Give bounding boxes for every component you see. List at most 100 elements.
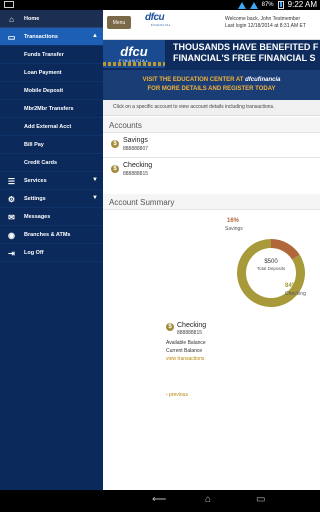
sidebar-item-services[interactable]: ☰ Services ▼ xyxy=(0,172,103,190)
sidebar-subitem-label: Credit Cards xyxy=(24,159,58,166)
sidebar-item-label: Branches & ATMs xyxy=(24,231,71,238)
donut-hole xyxy=(247,249,295,297)
logo-stripes xyxy=(103,62,165,66)
donut-center-value: $500 xyxy=(264,259,278,265)
sidebar-item-label: Home xyxy=(24,15,40,22)
banner-logo: dfcu FINANCIAL xyxy=(103,40,165,68)
account-name: Savings xyxy=(123,137,148,144)
sidebar-subitem-mbr2mbr-transfers[interactable]: Mbr2Mbr Transfers xyxy=(0,100,103,118)
gear-icon: ⚙ xyxy=(7,194,16,204)
welcome-text: Welcome back, John Testmember Last login… xyxy=(225,16,306,30)
sidebar-subitem-bill-pay[interactable]: Bill Pay xyxy=(0,136,103,154)
recent-apps-button[interactable]: ▭ xyxy=(256,495,265,505)
sidebar-subitem-label: Funds Transfer xyxy=(24,51,64,58)
sidebar: ⌂ Home ▭ Transactions ▲ Funds Transfer L… xyxy=(0,10,103,490)
back-button[interactable]: ⟵ xyxy=(152,495,166,505)
image-notification-icon xyxy=(4,1,14,8)
last-login: Last login 12/18/2014 at 8:31 AM ET xyxy=(225,23,306,29)
deposits-donut-chart xyxy=(226,228,316,318)
home-icon: ⌂ xyxy=(9,14,14,24)
sidebar-item-label: Messages xyxy=(24,213,51,220)
current-balance-label: Current Balance xyxy=(166,348,203,354)
battery-icon xyxy=(277,1,284,9)
menu-button[interactable]: Menu xyxy=(107,16,131,29)
account-number: 888888807 xyxy=(123,146,149,152)
account-name: Checking xyxy=(123,162,153,169)
dollar-coin-icon: $ xyxy=(111,140,119,148)
sidebar-item-branches-atms[interactable]: ◉ Branches & ATMs xyxy=(0,226,103,244)
dollar-coin-icon: $ xyxy=(166,323,174,331)
sidebar-item-label: Log Off xyxy=(24,249,44,256)
welcome-line: Welcome back, John Testmember xyxy=(225,16,301,22)
sidebar-item-label: Transactions xyxy=(24,33,58,40)
sidebar-subitem-label: Loan Payment xyxy=(24,69,62,76)
slice-label-savings: Savings xyxy=(225,226,243,232)
sidebar-item-log-off[interactable]: ⇥ Log Off xyxy=(0,244,103,262)
chevron-down-icon: ▼ xyxy=(92,195,98,201)
donut-svg xyxy=(237,239,305,307)
view-transactions-link[interactable]: view transactions xyxy=(166,356,204,362)
pct-label-checking: 84% xyxy=(285,283,298,289)
banner-cta-line: FOR MORE DETAILS AND REGISTER TODAY xyxy=(147,86,276,92)
battery-percent: 87% xyxy=(261,2,274,8)
banner-cta-text: VISIT THE EDUCATION CENTER AT xyxy=(142,77,246,83)
sidebar-subitem-add-external-acct[interactable]: Add External Acct xyxy=(0,118,103,136)
sidebar-item-home[interactable]: ⌂ Home xyxy=(0,10,103,28)
envelope-icon: ✉ xyxy=(8,212,15,222)
divider xyxy=(103,157,320,158)
chevron-down-icon: ▼ xyxy=(92,177,98,183)
logo-sub: FINANCIAL xyxy=(150,23,171,27)
banner-headline: THOUSANDS HAVE BENEFITED F FINANCIAL'S F… xyxy=(173,42,320,64)
accounts-heading: Accounts xyxy=(103,117,320,133)
dfcu-logo: dfcu FINANCIAL xyxy=(145,13,171,31)
sidebar-item-label: Settings xyxy=(24,195,46,202)
detail-account-number: 888888815 xyxy=(177,330,203,336)
wifi-icon xyxy=(249,1,258,9)
promo-banner[interactable]: dfcu FINANCIAL THOUSANDS HAVE BENEFITED … xyxy=(103,40,320,100)
transactions-icon: ▭ xyxy=(7,32,16,42)
instruction-text: Click on a specific account to view acco… xyxy=(103,100,320,116)
home-button[interactable]: ⌂ xyxy=(205,495,211,505)
sidebar-subitem-mobile-deposit[interactable]: Mobile Deposit xyxy=(0,82,103,100)
account-number: 888888815 xyxy=(123,171,149,177)
available-balance-label: Available Balance xyxy=(166,340,206,346)
signal-icon xyxy=(237,1,246,9)
pct-label-savings: 16% xyxy=(227,218,240,224)
banner-cta: VISIT THE EDUCATION CENTER AT dfcufinanc… xyxy=(103,70,320,100)
location-pin-icon: ◉ xyxy=(8,230,15,240)
sidebar-subitem-label: Bill Pay xyxy=(24,141,44,148)
account-row-savings[interactable]: $ Savings 888888807 xyxy=(103,134,320,156)
services-icon: ☰ xyxy=(7,176,16,186)
banner-cta-link[interactable]: dfcufinancia xyxy=(245,77,280,83)
android-nav-bar: ⟵ ⌂ ▭ xyxy=(0,490,320,512)
header: Menu dfcu FINANCIAL Welcome back, John T… xyxy=(103,10,320,40)
status-right: 87% 9:22 AM xyxy=(237,0,317,10)
status-bar: 87% 9:22 AM xyxy=(0,0,320,10)
detail-account-name: Checking xyxy=(177,322,207,329)
sidebar-subitem-credit-cards[interactable]: Credit Cards xyxy=(0,154,103,172)
log-off-icon: ⇥ xyxy=(8,248,15,258)
app-window: ⌂ Home ▭ Transactions ▲ Funds Transfer L… xyxy=(0,10,320,490)
sidebar-subitem-loan-payment[interactable]: Loan Payment xyxy=(0,64,103,82)
logo-word: dfcu xyxy=(145,12,165,23)
sidebar-subitem-funds-transfer[interactable]: Funds Transfer xyxy=(0,46,103,64)
banner-cta-line: VISIT THE EDUCATION CENTER AT dfcufinanc… xyxy=(103,76,320,85)
dollar-coin-icon: $ xyxy=(111,165,119,173)
sidebar-item-transactions[interactable]: ▭ Transactions ▲ xyxy=(0,28,103,46)
sidebar-item-label: Services xyxy=(24,177,47,184)
account-summary-heading: Account Summary xyxy=(103,194,320,210)
sidebar-subitem-label: Mobile Deposit xyxy=(24,87,64,94)
clock: 9:22 AM xyxy=(287,0,317,9)
banner-headline-line: FINANCIAL'S FREE FINANCIAL S xyxy=(173,53,316,63)
donut-center-label: Total Deposits xyxy=(256,266,286,271)
sidebar-item-settings[interactable]: ⚙ Settings ▼ xyxy=(0,190,103,208)
previous-link[interactable]: ‹ previous xyxy=(166,392,188,398)
slice-label-checking: Checking xyxy=(285,291,306,297)
banner-logo-word: dfcu xyxy=(120,43,148,59)
sidebar-item-messages[interactable]: ✉ Messages xyxy=(0,208,103,226)
sidebar-subitem-label: Mbr2Mbr Transfers xyxy=(24,105,74,112)
account-row-checking[interactable]: $ Checking 888888815 xyxy=(103,159,320,181)
sidebar-subitem-label: Add External Acct xyxy=(24,123,72,130)
chevron-up-icon: ▲ xyxy=(92,33,98,39)
banner-headline-line: THOUSANDS HAVE BENEFITED F xyxy=(173,42,319,52)
